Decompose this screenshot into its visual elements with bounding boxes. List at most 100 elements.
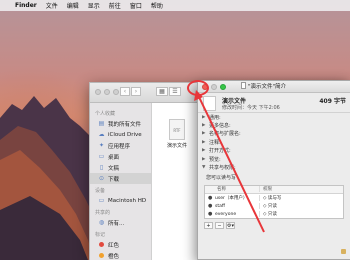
sidebar-header-tags: 标记	[95, 232, 106, 238]
view-mode-buttons: ▦ ☰	[156, 87, 181, 96]
sidebar-header-shared: 共享的	[95, 210, 111, 216]
sidebar-item-label: 我的所有文件	[108, 121, 142, 128]
red-tag-icon	[99, 242, 104, 247]
sidebar-item-label: 应用程序	[108, 143, 131, 150]
section-name-extension[interactable]: ▶ 名称与扩展名:	[198, 130, 350, 138]
finder-sidebar: 个人收藏 ▤ 我的所有文件 ☁ iCloud Drive ✦ 应用程序 ▭ 桌面…	[90, 103, 152, 260]
permissions-col-privilege[interactable]: 权限	[259, 186, 343, 193]
menu-window[interactable]: 窗口	[130, 1, 142, 10]
section-general[interactable]: ▶ 通用:	[198, 113, 350, 121]
forward-arrow-icon[interactable]: ›	[131, 87, 141, 96]
permissions-cell-name: ● staff	[205, 203, 259, 209]
zoom-button[interactable]	[113, 89, 119, 95]
rtf-document-icon: RTF	[169, 119, 185, 140]
permissions-cell-name: ● everyone	[205, 211, 259, 217]
info-minimize-button[interactable]	[211, 84, 217, 90]
sidebar-item-label: 红色	[108, 242, 120, 249]
permissions-header-row: 名称 权限	[205, 185, 343, 194]
disclosure-right-icon: ▶	[202, 156, 206, 162]
sidebar-item-downloads[interactable]: ⊙ 下载	[90, 173, 151, 184]
disclosure-right-icon: ▶	[202, 114, 206, 120]
sidebar-item-label: 所有...	[108, 220, 125, 227]
table-row[interactable]: ● staff ◇ 只读	[205, 202, 343, 210]
add-user-button[interactable]: +	[204, 221, 213, 229]
all-files-icon: ▤	[98, 120, 105, 127]
privilege-select[interactable]: ◇ 只读	[259, 202, 343, 209]
menu-file[interactable]: 文件	[46, 1, 58, 10]
disclosure-down-icon: ▼	[202, 165, 206, 171]
documents-icon: ▯	[99, 164, 104, 171]
sidebar-item-tag-red[interactable]: 红色	[90, 239, 151, 250]
info-file-size: 409 字节	[319, 98, 346, 105]
permissions-user-name: user（本用户）	[215, 195, 248, 201]
permissions-user-name: everyone	[215, 211, 237, 217]
back-arrow-icon[interactable]: ‹	[120, 87, 130, 96]
group-icon: ●	[208, 202, 213, 209]
downloads-icon: ⊙	[98, 175, 105, 182]
desktop-icon: ▭	[98, 153, 105, 160]
menu-finder[interactable]: Finder	[15, 2, 37, 9]
sidebar-item-macintosh-hd[interactable]: ▭ Macintosh HD	[90, 195, 151, 206]
permissions-user-name: staff	[215, 203, 225, 209]
file-item[interactable]: RTF 演示文件	[166, 119, 188, 149]
document-icon	[241, 82, 246, 89]
sidebar-item-icloud[interactable]: ☁ iCloud Drive	[90, 129, 151, 140]
list-view-icon[interactable]: ☰	[169, 87, 181, 96]
sidebar-item-label: 文稿	[108, 165, 120, 172]
user-icon: ●	[208, 194, 213, 201]
sidebar-item-label: 下载	[108, 176, 120, 183]
menu-go[interactable]: 前往	[109, 1, 121, 10]
sidebar-item-tag-orange[interactable]: 橙色	[90, 250, 151, 260]
section-label: 打开方式:	[209, 148, 231, 155]
menu-edit[interactable]: 编辑	[67, 1, 79, 10]
sidebar-header-devices: 设备	[95, 188, 106, 194]
orange-tag-icon	[99, 253, 104, 258]
table-row[interactable]: ● user（本用户） ◇ 读与写	[205, 194, 343, 202]
disk-icon: ▭	[98, 197, 105, 204]
everyone-icon: ●	[208, 210, 213, 217]
applications-icon: ✦	[98, 142, 105, 149]
sidebar-item-all-files[interactable]: ▤ 我的所有文件	[90, 118, 151, 129]
sidebar-item-label: 橙色	[108, 253, 120, 260]
info-title: "演示文件"简介	[248, 84, 287, 90]
action-menu-button[interactable]: ⚙▾	[226, 221, 235, 229]
privilege-select[interactable]: ◇ 读与写	[259, 194, 343, 201]
menu-bar: Finder 文件 编辑 显示 前往 窗口 帮助	[0, 0, 350, 11]
privilege-select[interactable]: ◇ 只读	[259, 210, 343, 217]
section-open-with[interactable]: ▶ 打开方式:	[198, 147, 350, 155]
disclosure-right-icon: ▶	[202, 139, 206, 145]
sidebar-item-applications[interactable]: ✦ 应用程序	[90, 140, 151, 151]
section-label: 名称与扩展名:	[209, 131, 241, 138]
info-header: 演示文件 409 字节 修改时间：今天 下午2:06	[198, 93, 350, 113]
info-panel: "演示文件"简介 演示文件 409 字节 修改时间：今天 下午2:06 ▶ 通用…	[197, 80, 350, 260]
table-row[interactable]: ● everyone ◇ 只读	[205, 210, 343, 218]
permissions-col-name[interactable]: 名称	[205, 186, 259, 192]
info-zoom-button[interactable]	[220, 84, 226, 90]
sidebar-item-label: Macintosh HD	[108, 197, 147, 204]
cloud-icon: ☁	[98, 131, 105, 138]
section-sharing-permissions[interactable]: ▼ 共享与权限:	[198, 163, 350, 171]
permissions-table: 名称 权限 ● user（本用户） ◇ 读与写 ● staff ◇ 只读 ● ever…	[204, 184, 344, 219]
menu-help[interactable]: 帮助	[151, 1, 163, 10]
section-label: 通用:	[209, 114, 221, 121]
sidebar-item-desktop[interactable]: ▭ 桌面	[90, 151, 151, 162]
sidebar-header-favorites: 个人收藏	[95, 111, 116, 117]
section-comments[interactable]: ▶ 注释:	[198, 138, 350, 146]
section-preview[interactable]: ▶ 预览:	[198, 155, 350, 163]
section-label: 共享与权限:	[209, 165, 236, 172]
remove-user-button[interactable]: −	[215, 221, 224, 229]
section-more-info[interactable]: ▶ 更多信息:	[198, 121, 350, 129]
sidebar-item-documents[interactable]: ▯ 文稿	[90, 162, 151, 173]
lock-icon[interactable]	[341, 249, 346, 254]
section-label: 注释:	[209, 139, 221, 146]
icon-view-icon[interactable]: ▦	[156, 87, 168, 96]
permissions-cell-name: ● user（本用户）	[205, 195, 259, 201]
close-button[interactable]	[95, 89, 101, 95]
permissions-summary: 您可以读与写	[206, 174, 237, 181]
menu-view[interactable]: 显示	[88, 1, 100, 10]
sidebar-item-all-shared[interactable]: ◍ 所有...	[90, 217, 151, 228]
sidebar-item-label: 桌面	[108, 154, 120, 161]
highlight-circle	[187, 80, 209, 96]
disclosure-right-icon: ▶	[202, 131, 206, 137]
minimize-button[interactable]	[104, 89, 110, 95]
